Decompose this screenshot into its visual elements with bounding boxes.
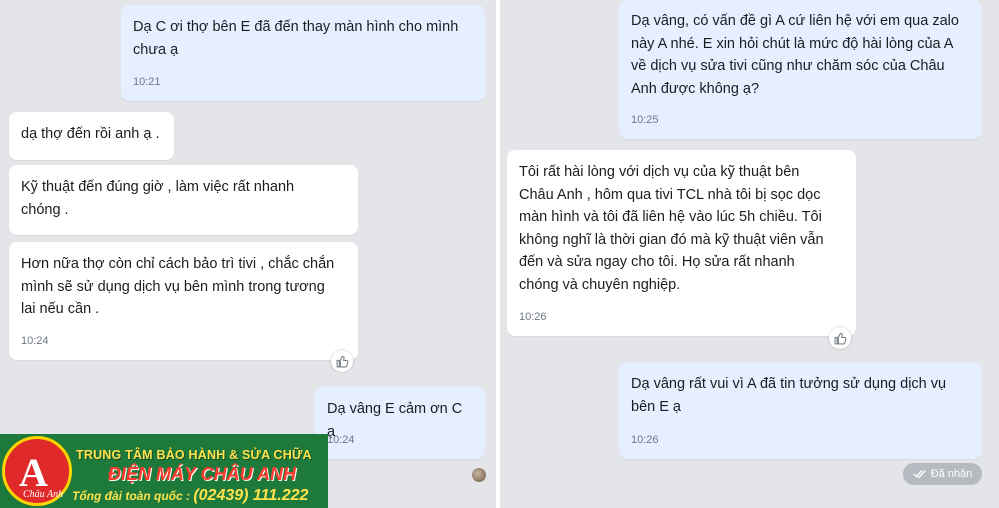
message-bubble-incoming[interactable]: Tôi rất hài lòng với dịch vụ của kỹ thuậ…	[507, 150, 856, 336]
message-line: Châu Anh , hôm qua tivi TCL nhà tôi bị s…	[519, 186, 821, 203]
logo-text: Châu Anh	[23, 489, 64, 500]
message-time: 10:21	[133, 76, 161, 88]
left-chat-pane: Dạ C ơi thợ bên E đã đến thay màn hình c…	[0, 0, 496, 508]
message-time: 10:24	[327, 434, 355, 446]
message-line: lai nếu cần .	[21, 301, 100, 317]
message-bubble-incoming[interactable]: Hơn nữa thợ còn chỉ cách bảo trì tivi , …	[9, 242, 358, 360]
double-check-icon	[913, 470, 926, 479]
message-time: 10:25	[631, 114, 659, 126]
hotline-number: (02439) 111.222	[193, 487, 309, 504]
status-label: Đã nhận	[930, 468, 973, 480]
message-line: đến và sửa ngay cho tôi. Họ sửa rất nhan…	[519, 254, 795, 270]
message-bubble-incoming[interactable]: dạ thợ đến rồi anh ạ .	[9, 112, 174, 160]
message-bubble-outgoing[interactable]: Dạ vâng, có vấn đề gì A cứ liên hệ với e…	[619, 0, 982, 139]
message-bubble-outgoing[interactable]: Dạ C ơi thợ bên E đã đến thay màn hình c…	[121, 5, 485, 101]
thumbs-up-icon	[336, 355, 348, 367]
message-line: Anh được không ạ?	[631, 80, 760, 97]
message-line: Tôi rất hài lòng với dịch vụ của kỹ thuậ…	[519, 164, 800, 180]
message-line: này A nhé. E xin hỏi chút là mức độ hài …	[631, 35, 954, 52]
thumbs-up-icon	[834, 332, 846, 344]
message-line: dạ thợ đến rồi anh ạ .	[21, 126, 160, 142]
message-line: mình sẽ sử dụng dịch vụ bên mình trong t…	[21, 278, 325, 295]
message-line: chóng và chuyên nghiệp.	[519, 276, 681, 293]
message-line: Dạ C ơi thợ bên E đã đến thay màn hình c…	[133, 19, 459, 35]
message-line: không nghĩ là thời gian đó mà kỹ thuật v…	[519, 231, 824, 248]
avatar[interactable]	[472, 468, 486, 482]
message-bubble-outgoing[interactable]: Dạ vâng rất vui vì A đã tin tưởng sử dụn…	[619, 362, 982, 459]
message-line: Kỹ thuật đến đúng giờ , làm việc rất nha…	[21, 179, 295, 195]
received-status-badge: Đã nhận	[903, 463, 982, 485]
message-line: chóng .	[21, 201, 69, 218]
like-button[interactable]	[829, 327, 851, 349]
message-line: Hơn nữa thợ còn chỉ cách bảo trì tivi , …	[21, 256, 335, 272]
message-line: bên E ạ	[631, 398, 681, 415]
message-line: Dạ vâng, có vấn đề gì A cứ liên hệ với e…	[631, 13, 959, 29]
message-line: màn hình và tôi đã liên hệ vào lúc 5h ch…	[519, 209, 822, 225]
message-time: 10:26	[519, 311, 547, 323]
right-chat-pane: Dạ vâng, có vấn đề gì A cứ liên hệ với e…	[500, 0, 999, 508]
hotline-label: Tổng đài toàn quốc :	[72, 489, 194, 503]
message-bubble-outgoing[interactable]: Dạ vâng E cảm ơn C ạ 10:24	[315, 387, 485, 459]
message-bubble-incoming[interactable]: Kỹ thuật đến đúng giờ , làm việc rất nha…	[9, 165, 358, 235]
brand-banner: A Châu Anh TRUNG TÂM BẢO HÀNH & SỬA CHỮA…	[0, 434, 328, 508]
message-time: 10:26	[631, 434, 659, 446]
message-line: về dịch vụ sửa tivi cũng như chăm sóc củ…	[631, 58, 945, 74]
banner-line-2: ĐIỆN MÁY CHÂU ANH	[108, 464, 297, 484]
message-line: chưa ạ	[133, 41, 179, 58]
brand-logo: A Châu Anh	[2, 436, 72, 506]
message-time: 10:24	[21, 335, 49, 347]
like-button[interactable]	[331, 350, 353, 372]
banner-line-1: TRUNG TÂM BẢO HÀNH & SỬA CHỮA	[76, 448, 312, 462]
message-line: Dạ vâng rất vui vì A đã tin tưởng sử dụn…	[631, 376, 947, 392]
banner-line-3: Tổng đài toàn quốc : (02439) 111.222	[72, 487, 308, 505]
